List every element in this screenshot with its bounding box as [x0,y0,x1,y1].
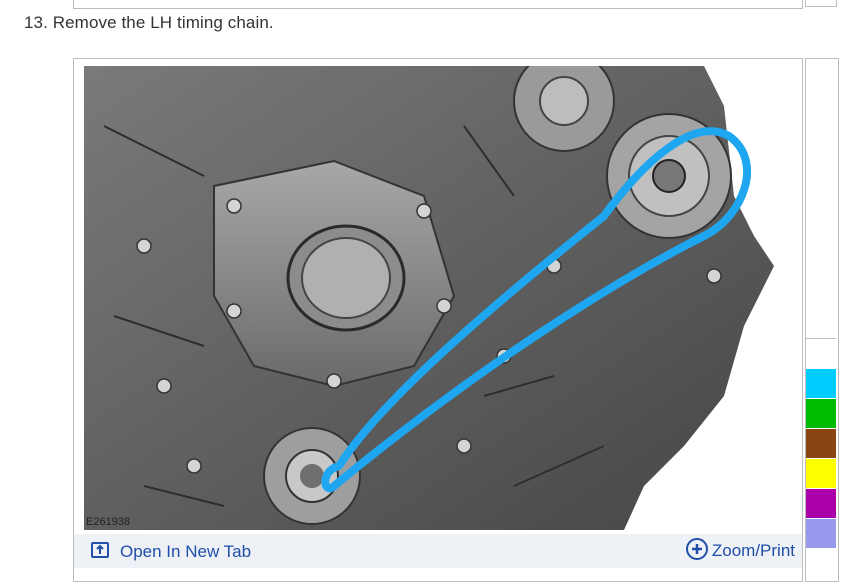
color-swatch[interactable] [806,398,836,428]
engine-illustration[interactable] [84,66,800,530]
color-swatch[interactable] [806,458,836,488]
color-swatch[interactable] [806,518,836,548]
zoom-plus-icon [685,537,709,566]
previous-sidebar-frame [805,0,837,7]
zoom-print-link[interactable]: Zoom/Print [685,537,795,566]
step-instruction: 13. Remove the LH timing chain. [24,13,274,32]
color-swatch[interactable] [806,488,836,518]
open-new-tab-label: Open In New Tab [120,542,252,561]
open-new-tab-icon [90,540,110,565]
color-swatch[interactable] [806,338,836,368]
open-new-tab-link[interactable]: Open In New Tab [90,540,251,564]
previous-step-frame [73,0,803,9]
color-swatch[interactable] [806,368,836,398]
figure-id: E261938 [86,516,131,528]
zoom-print-label: Zoom/Print [711,541,795,560]
color-swatch[interactable] [806,428,836,458]
color-palette [806,338,836,548]
